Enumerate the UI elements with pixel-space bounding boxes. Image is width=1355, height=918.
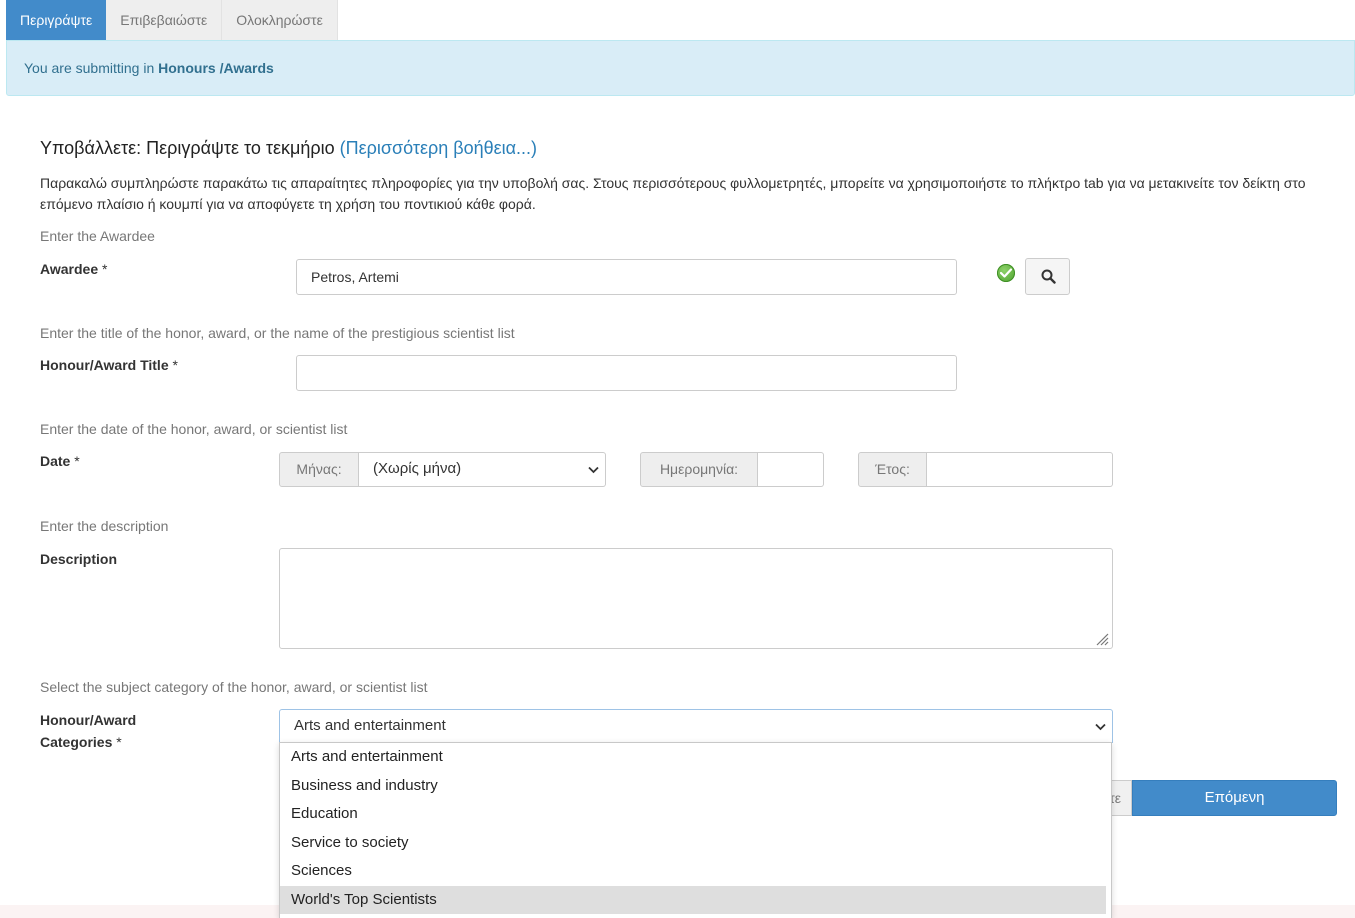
title-hint: Enter the title of the honor, award, or … [40, 325, 515, 341]
intro-text: Παρακαλώ συμπληρώστε παρακάτω τις απαραί… [40, 175, 1306, 212]
title-label-text: Honour/Award Title [40, 357, 169, 373]
day-input[interactable] [758, 452, 824, 487]
collection-alert: You are submitting in Honours /Awards [6, 40, 1355, 96]
category-select[interactable]: Arts and entertainment [279, 709, 1113, 743]
month-addon: Μήνας: [279, 452, 359, 487]
category-option[interactable]: Arts and entertainment [280, 743, 1111, 772]
year-addon: Έτος: [858, 452, 927, 487]
chevron-down-icon [588, 466, 599, 474]
category-dropdown-list: Arts and entertainment Business and indu… [279, 742, 1112, 918]
title-label: Honour/Award Title * [40, 354, 178, 376]
tab-describe[interactable]: Περιγράψτε [6, 0, 107, 40]
awardee-hint: Enter the Awardee [40, 228, 155, 244]
tab-verify[interactable]: Επιβεβαιώστε [106, 0, 223, 40]
description-label: Description [40, 551, 118, 567]
category-option[interactable]: Education [280, 800, 1111, 829]
page-title-text: Υποβάλλετε: Περιγράψτε το τεκμήριο [40, 138, 335, 158]
awardee-input[interactable] [296, 259, 957, 295]
required-marker: * [102, 261, 108, 277]
category-option[interactable]: Sciences [280, 857, 1111, 886]
month-select[interactable]: (Χωρίς μήνα) [359, 452, 606, 487]
help-link[interactable]: (Περισσότερη βοήθεια...) [340, 138, 537, 158]
date-label: Date * [40, 450, 80, 472]
title-input[interactable] [296, 355, 957, 391]
alert-prefix: You are submitting in [24, 60, 155, 76]
category-option[interactable]: Business and industry [280, 772, 1111, 801]
alert-collection: Honours /Awards [158, 60, 274, 76]
category-label: Honour/Award Categories * [40, 709, 136, 753]
resize-handle-icon[interactable] [1095, 632, 1109, 646]
month-select-value: (Χωρίς μήνα) [373, 460, 462, 477]
lookup-button[interactable] [1025, 258, 1070, 295]
day-addon: Ημερομηνία: [640, 452, 758, 487]
search-icon [1041, 269, 1056, 284]
description-hint: Enter the description [40, 518, 169, 534]
tab-complete[interactable]: Ολοκληρώστε [222, 0, 338, 40]
year-input[interactable] [927, 452, 1113, 487]
date-hint: Enter the date of the honor, award, or s… [40, 421, 348, 437]
required-marker: * [172, 357, 178, 373]
category-hint: Select the subject category of the honor… [40, 679, 428, 695]
awardee-label: Awardee * [40, 258, 107, 280]
category-label-line1: Honour/Award [40, 712, 137, 728]
category-option[interactable]: Service to society [280, 829, 1111, 858]
check-circle-icon [997, 264, 1015, 282]
description-textarea[interactable] [279, 548, 1113, 649]
category-label-line2: Categories [40, 734, 113, 750]
category-select-value: Arts and entertainment [294, 717, 446, 734]
page-title: Υποβάλλετε: Περιγράψτε το τεκμήριο (Περι… [40, 138, 537, 159]
required-marker: * [74, 453, 80, 469]
chevron-down-icon [1095, 723, 1106, 731]
date-label-text: Date [40, 453, 71, 469]
category-option-highlighted[interactable]: World's Top Scientists [280, 885, 1106, 914]
required-marker: * [116, 734, 122, 750]
awardee-label-text: Awardee [40, 261, 99, 277]
next-button[interactable]: Επόμενη [1132, 780, 1337, 816]
progress-tabs: Περιγράψτε Επιβεβαιώστε Ολοκληρώστε [6, 0, 338, 40]
